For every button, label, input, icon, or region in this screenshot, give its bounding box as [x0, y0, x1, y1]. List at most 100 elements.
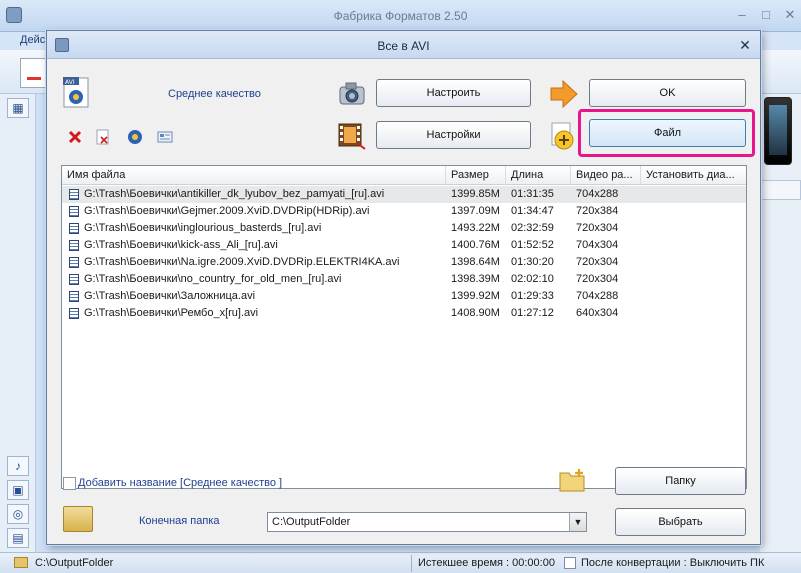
video-file-icon	[69, 291, 79, 302]
file-subtitle-cell	[646, 186, 744, 203]
status-separator	[411, 555, 412, 572]
column-header-size[interactable]: Размер	[446, 166, 506, 185]
file-duration-cell: 01:52:52	[511, 239, 554, 251]
file-size-cell: 1493.22M	[451, 222, 500, 234]
file-subtitle-cell	[646, 271, 744, 288]
main-close-button[interactable]: ✕	[778, 6, 801, 24]
file-list[interactable]: Имя файла Размер Длина Видео ра... Устан…	[61, 165, 747, 489]
delete-icon[interactable]	[67, 129, 83, 145]
file-size-cell: 1397.09M	[451, 205, 500, 217]
video-file-icon	[69, 206, 79, 217]
output-folder-combobox[interactable]: C:\OutputFolder ▼	[267, 512, 587, 532]
column-header-filename[interactable]: Имя файла	[62, 166, 446, 185]
file-duration-cell: 01:30:20	[511, 256, 554, 268]
menu-item-actions[interactable]: Дейс	[20, 34, 45, 46]
file-subtitle-cell	[646, 254, 744, 271]
quality-label: Среднее качество	[168, 88, 261, 100]
file-resolution-cell: 704x288	[576, 188, 619, 200]
add-title-label: Добавить название [Среднее качество ]	[78, 477, 283, 489]
minimize-button[interactable]: –	[730, 6, 754, 24]
highlight-annotation	[578, 109, 755, 157]
file-size-cell: 1408.90M	[451, 307, 500, 319]
chevron-down-icon[interactable]: ▼	[569, 513, 586, 531]
rom-category-tab[interactable]: ◎	[7, 504, 29, 524]
table-row[interactable]: G:\Trash\Боевички\Gejmer.2009.XviD.DVDRi…	[62, 203, 746, 220]
main-window-title: Фабрика Форматов 2.50	[333, 9, 468, 23]
convert-dialog: Все в AVI ✕ AVI Среднее качество Настрои…	[46, 30, 761, 545]
table-row[interactable]: G:\Trash\Боевички\no_country_for_old_men…	[62, 271, 746, 288]
after-conversion-checkbox[interactable]	[564, 557, 576, 569]
file-name-cell: G:\Trash\Боевички\Заложница.avi	[84, 290, 256, 302]
svg-text:AVI: AVI	[65, 79, 75, 86]
media-info-icon[interactable]	[157, 129, 173, 145]
image-category-tab[interactable]: ▣	[7, 480, 29, 500]
maximize-button[interactable]: □	[754, 6, 778, 24]
file-duration-cell: 02:32:59	[511, 222, 554, 234]
file-duration-cell: 01:27:12	[511, 307, 554, 319]
left-category-panel: ▦ ♪ ▣ ◎ ▤	[0, 94, 36, 554]
file-duration-cell: 02:02:10	[511, 273, 554, 285]
remove-document-icon[interactable]	[20, 58, 46, 88]
camera-settings-icon	[339, 82, 365, 105]
file-resolution-cell: 640x304	[576, 307, 619, 319]
add-file-icon	[551, 122, 574, 150]
table-row[interactable]: G:\Trash\Боевички\Заложница.avi 1399.92M 0…	[62, 288, 746, 305]
file-size-cell: 1399.92M	[451, 290, 500, 302]
right-strip-field	[760, 180, 801, 200]
file-duration-cell: 01:34:47	[511, 205, 554, 217]
file-name-cell: G:\Trash\Боевички\Рембо_x[ru].avi	[84, 307, 259, 319]
file-size-cell: 1398.39M	[451, 273, 500, 285]
status-output-path: C:\OutputFolder	[35, 557, 114, 569]
file-subtitle-cell	[646, 203, 744, 220]
file-name-cell: G:\Trash\Боевички\Gejmer.2009.XviD.DVDRi…	[84, 205, 370, 217]
video-file-icon	[69, 240, 79, 251]
file-resolution-cell: 720x304	[576, 273, 619, 285]
dialog-close-button[interactable]: ✕	[737, 37, 753, 53]
mobile-device-icon[interactable]	[764, 97, 792, 165]
ok-button[interactable]: OK	[589, 79, 746, 107]
add-folder-button[interactable]: Папку	[615, 467, 746, 495]
file-subtitle-cell	[646, 237, 744, 254]
utilities-category-tab[interactable]: ▤	[7, 528, 29, 548]
file-subtitle-cell	[646, 305, 744, 322]
film-strip-icon	[338, 123, 366, 150]
video-file-icon	[69, 274, 79, 285]
audio-category-tab[interactable]: ♪	[7, 456, 29, 476]
column-header-duration[interactable]: Длина	[506, 166, 571, 185]
table-row[interactable]: G:\Trash\Боевички\Рембо_x[ru].avi 1408.90…	[62, 305, 746, 322]
file-resolution-cell: 704x304	[576, 239, 619, 251]
main-status-bar: C:\OutputFolder Истекшее время : 00:00:0…	[0, 552, 801, 573]
main-titlebar: Фабрика Форматов 2.50 – □ ✕	[0, 0, 801, 32]
output-folder-value: C:\OutputFolder	[272, 516, 351, 528]
add-title-checkbox[interactable]	[63, 477, 76, 490]
after-conversion-label: После конвертации : Выключить ПК	[581, 557, 765, 569]
video-file-icon	[69, 189, 79, 200]
output-folder-camera-icon	[63, 506, 93, 532]
file-list-header: Имя файла Размер Длина Видео ра... Устан…	[62, 166, 746, 185]
file-subtitle-cell	[646, 220, 744, 237]
browse-button[interactable]: Выбрать	[615, 508, 746, 536]
file-name-cell: G:\Trash\Боевички\kick-ass_Ali_[ru].avi	[84, 239, 278, 251]
play-preview-icon[interactable]	[127, 129, 143, 145]
file-resolution-cell: 720x304	[576, 222, 619, 234]
table-row[interactable]: G:\Trash\Боевички\inglourious_basterds_[…	[62, 220, 746, 237]
table-row[interactable]: G:\Trash\Боевички\antikiller_dk_lyubov_b…	[62, 186, 746, 203]
video-file-icon	[69, 308, 79, 319]
file-size-cell: 1398.64M	[451, 256, 500, 268]
video-category-tab[interactable]: ▦	[7, 98, 29, 118]
table-row[interactable]: G:\Trash\Боевички\kick-ass_Ali_[ru].avi 1…	[62, 237, 746, 254]
column-header-resolution[interactable]: Видео ра...	[571, 166, 641, 185]
output-folder-icon[interactable]	[14, 557, 28, 568]
configure-button[interactable]: Настроить	[376, 79, 531, 107]
file-resolution-cell: 720x304	[576, 256, 619, 268]
elapsed-time: Истекшее время : 00:00:00	[418, 557, 555, 569]
file-resolution-cell: 720x384	[576, 205, 619, 217]
file-name-cell: G:\Trash\Боевички\inglourious_basterds_[…	[84, 222, 322, 234]
settings-button[interactable]: Настройки	[376, 121, 531, 149]
clear-list-icon[interactable]	[95, 129, 111, 145]
table-row[interactable]: G:\Trash\Боевички\Na.igre.2009.XviD.DVDR…	[62, 254, 746, 271]
column-header-subtitle[interactable]: Установить диа...	[641, 166, 746, 185]
file-size-cell: 1400.76M	[451, 239, 500, 251]
arrow-right-icon	[550, 79, 578, 109]
file-name-cell: G:\Trash\Боевички\Na.igre.2009.XviD.DVDR…	[84, 256, 400, 268]
